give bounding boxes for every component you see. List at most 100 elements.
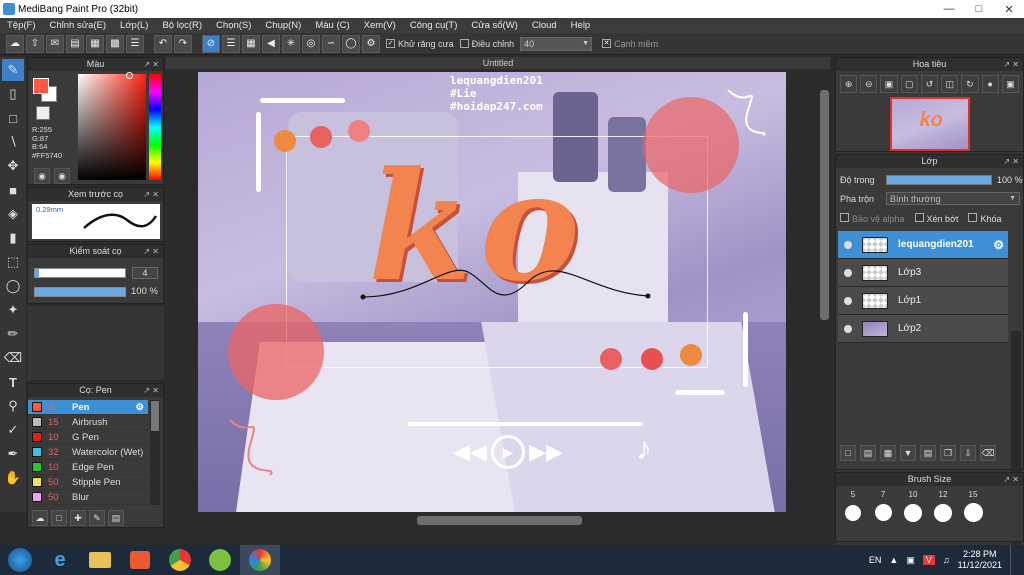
concentric-snap-icon[interactable]: ◎: [302, 34, 320, 53]
new-layer-8bit-icon[interactable]: ▤: [860, 445, 876, 461]
brush-item-blur[interactable]: 50 Blur: [28, 490, 148, 505]
parallel-snap-icon[interactable]: ☰: [222, 34, 240, 53]
brush-item-stipple-pen[interactable]: 50 Stipple Pen: [28, 475, 148, 490]
dot-tool-icon[interactable]: ∖: [2, 131, 24, 153]
panel-detach-icon[interactable]: ↗ ✕: [143, 245, 159, 258]
menu-color[interactable]: Màu (C): [308, 20, 356, 31]
lock-icon[interactable]: ▣: [1001, 75, 1019, 93]
brush-size-preset[interactable]: 15: [960, 490, 986, 522]
new-layer-icon[interactable]: □: [840, 445, 856, 461]
new-layer-1bit-icon[interactable]: ▦: [880, 445, 896, 461]
layer-row[interactable]: Lớp1: [838, 287, 1008, 315]
zoom-in-icon[interactable]: ⊕: [840, 75, 858, 93]
brush-size-preset[interactable]: 7: [870, 490, 896, 522]
pages-icon[interactable]: ▩: [106, 34, 124, 53]
fit-icon[interactable]: ▣: [880, 75, 898, 93]
brush-size-slider[interactable]: [34, 268, 126, 278]
palette-icon[interactable]: ◉: [34, 168, 50, 184]
panel-detach-icon[interactable]: ↗ ✕: [143, 188, 159, 201]
actual-size-icon[interactable]: ▢: [900, 75, 918, 93]
antivirus-icon[interactable]: V: [922, 555, 935, 565]
undo-icon[interactable]: ↶: [154, 34, 172, 53]
palette-add-icon[interactable]: ◉: [54, 168, 70, 184]
adjust-option[interactable]: Điều chỉnh: [459, 39, 514, 49]
show-desktop-button[interactable]: [1010, 545, 1018, 575]
lasso-tool-icon[interactable]: ◯: [2, 275, 24, 297]
brush-item-watercolor[interactable]: 32 Watercolor (Wet): [28, 445, 148, 460]
brush-size-preset[interactable]: 5: [840, 490, 866, 522]
taskbar-ie[interactable]: e: [40, 545, 80, 575]
volume-icon[interactable]: ♫: [943, 555, 950, 565]
new-brush-icon[interactable]: □: [51, 510, 67, 526]
canvas-artwork[interactable]: ◀◀ ▶ ▶▶ ♪ lequangdien201 #Lie #hoidap247…: [198, 72, 786, 512]
share-icon[interactable]: ⇧: [26, 34, 44, 53]
taskbar-medibang[interactable]: [240, 545, 280, 575]
brush-item-pen[interactable]: 4 Pen ⚙: [28, 400, 148, 415]
panel-detach-icon[interactable]: ↗ ✕: [1003, 473, 1019, 486]
flip-icon[interactable]: ◫: [941, 75, 959, 93]
brush-list-scrollbar[interactable]: [150, 400, 160, 505]
panel-detach-icon[interactable]: ↗ ✕: [143, 384, 159, 397]
menu-view[interactable]: Xem(V): [357, 20, 403, 31]
menu-file[interactable]: Tệp(F): [0, 20, 43, 31]
soft-edge-option[interactable]: ✕ Cạnh mềm: [602, 39, 658, 49]
protect-alpha-option[interactable]: Bảo vệ alpha: [840, 213, 905, 224]
saturation-value-picker[interactable]: [78, 74, 146, 180]
brush-settings-icon[interactable]: ✎: [89, 510, 105, 526]
foreground-color-swatch[interactable]: [33, 78, 49, 94]
brush-size-value[interactable]: 4: [132, 267, 158, 279]
taskbar-app[interactable]: [200, 545, 240, 575]
menu-snap[interactable]: Chụp(N): [258, 20, 308, 31]
clipping-option[interactable]: Xén bớt: [914, 213, 958, 224]
transparent-swatch[interactable]: [36, 106, 50, 120]
perspective-snap-icon[interactable]: ◀: [262, 34, 280, 53]
taskbar-media[interactable]: [120, 545, 160, 575]
delete-layer-icon[interactable]: ⌫: [980, 445, 996, 461]
merge-layer-icon[interactable]: ⇩: [960, 445, 976, 461]
snap-off-icon[interactable]: ⊘: [202, 34, 220, 53]
menu-layer[interactable]: Lớp(L): [113, 20, 155, 31]
gradient-tool-icon[interactable]: ▮: [2, 227, 24, 249]
dropper-tool-icon[interactable]: ✓: [2, 419, 24, 441]
curve-snap-icon[interactable]: ∽: [322, 34, 340, 53]
select-eraser-tool-icon[interactable]: ⌫: [2, 347, 24, 369]
layer-row[interactable]: Lớp3: [838, 259, 1008, 287]
gear-icon[interactable]: ⚙: [993, 238, 1008, 252]
select-pen-tool-icon[interactable]: ✏: [2, 323, 24, 345]
layer-opacity-slider[interactable]: [886, 175, 992, 185]
eraser-tool-icon[interactable]: ▯: [2, 83, 24, 105]
fill-rect-tool-icon[interactable]: ■: [2, 179, 24, 201]
brush-item-airbrush[interactable]: 15 Airbrush: [28, 415, 148, 430]
taskbar-explorer[interactable]: [80, 545, 120, 575]
brush-tool-icon[interactable]: ✎: [2, 59, 24, 81]
brush-opacity-slider[interactable]: [34, 287, 126, 297]
list-icon[interactable]: ☰: [126, 34, 144, 53]
network-icon[interactable]: ▣: [906, 555, 915, 566]
minimize-icon[interactable]: —: [934, 0, 964, 18]
menu-filter[interactable]: Bộ lọc(R): [155, 20, 209, 31]
operation-tool-icon[interactable]: ⚲: [2, 395, 24, 417]
redo-icon[interactable]: ↷: [174, 34, 192, 53]
menu-window[interactable]: Cửa sổ(W): [464, 20, 524, 31]
soft-edge-checkbox[interactable]: ✕: [602, 39, 612, 48]
lock-option[interactable]: Khóa: [968, 213, 1002, 224]
taskbar-chrome[interactable]: [160, 545, 200, 575]
snap-settings-icon[interactable]: ⚙: [362, 34, 380, 53]
circle-snap-icon[interactable]: ◯: [342, 34, 360, 53]
canvas-horizontal-scrollbar[interactable]: [175, 514, 815, 526]
menu-edit[interactable]: Chỉnh sửa(E): [43, 20, 114, 31]
pen-tool-icon[interactable]: ✒: [2, 443, 24, 465]
brush-size-preset[interactable]: 10: [900, 490, 926, 522]
menu-select[interactable]: Chọn(S): [209, 20, 258, 31]
menu-help[interactable]: Help: [564, 20, 598, 31]
maximize-icon[interactable]: □: [964, 0, 994, 18]
brush-size-preset[interactable]: 12: [930, 490, 956, 522]
radial-snap-icon[interactable]: ✳: [282, 34, 300, 53]
duplicate-layer-icon[interactable]: ❐: [940, 445, 956, 461]
brush-item-g-pen[interactable]: 10 G Pen: [28, 430, 148, 445]
zoom-out-icon[interactable]: ⊖: [860, 75, 878, 93]
folder-icon[interactable]: ▤: [920, 445, 936, 461]
bucket-tool-icon[interactable]: ◈: [2, 203, 24, 225]
clock[interactable]: 2:28 PM 11/12/2021: [958, 549, 1002, 571]
panel-detach-icon[interactable]: ↗ ✕: [1003, 155, 1019, 168]
